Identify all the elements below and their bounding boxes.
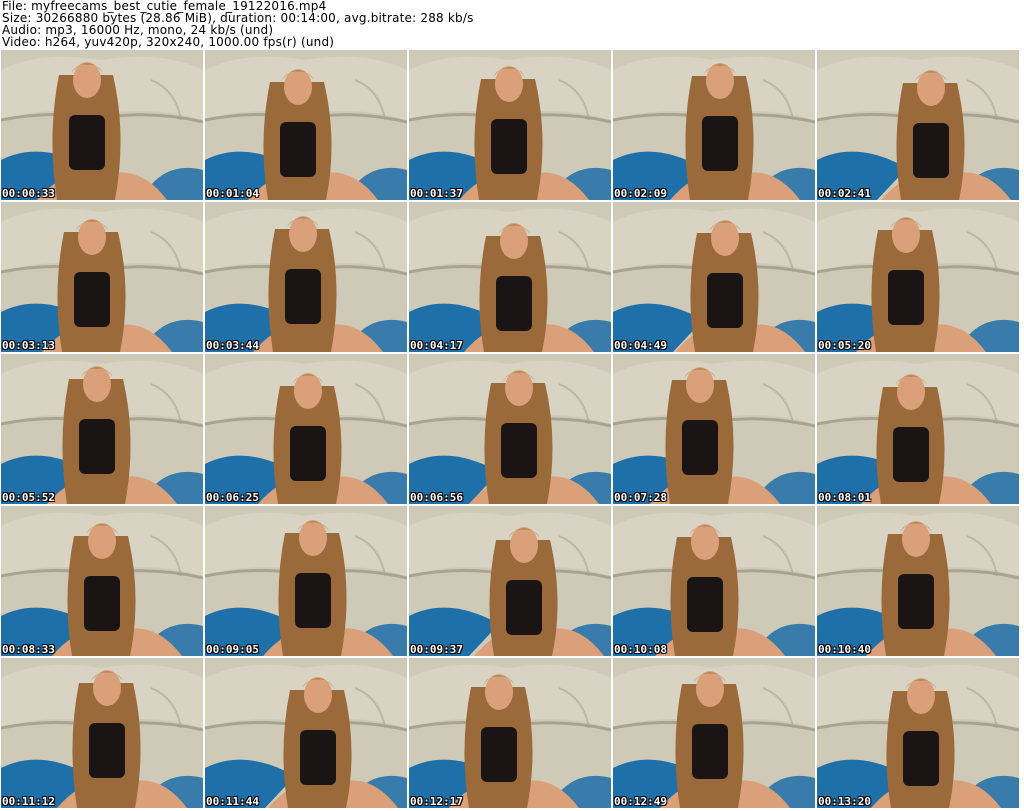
- thumbnail-timestamp: 00:11:44: [206, 795, 259, 808]
- video-thumbnail: 00:09:37: [409, 506, 611, 656]
- thumbnail-timestamp: 00:11:12: [2, 795, 55, 808]
- video-thumbnail: 00:11:44: [205, 658, 407, 808]
- thumbnail-timestamp: 00:10:08: [614, 643, 667, 656]
- thumbnail-timestamp: 00:08:01: [818, 491, 871, 504]
- webcam-frame-image: [409, 658, 611, 808]
- webcam-frame-image: [1, 50, 203, 200]
- thumbnail-timestamp: 00:01:04: [206, 187, 259, 200]
- webcam-frame-image: [1, 202, 203, 352]
- webcam-frame-image: [613, 202, 815, 352]
- webcam-frame-image: [409, 506, 611, 656]
- webcam-frame-image: [205, 202, 407, 352]
- video-thumbnail: 00:08:01: [817, 354, 1019, 504]
- video-thumbnail: 00:02:41: [817, 50, 1019, 200]
- video-thumbnail: 00:06:25: [205, 354, 407, 504]
- thumbnail-timestamp: 00:02:09: [614, 187, 667, 200]
- webcam-frame-image: [1, 354, 203, 504]
- video-thumbnail: 00:01:04: [205, 50, 407, 200]
- webcam-frame-image: [613, 50, 815, 200]
- video-thumbnail: 00:10:40: [817, 506, 1019, 656]
- thumbnail-timestamp: 00:05:20: [818, 339, 871, 352]
- thumbnail-timestamp: 00:05:52: [2, 491, 55, 504]
- webcam-frame-image: [409, 50, 611, 200]
- video-thumbnail: 00:05:20: [817, 202, 1019, 352]
- thumbnail-timestamp: 00:04:49: [614, 339, 667, 352]
- video-thumbnail: 00:12:49: [613, 658, 815, 808]
- thumbnail-timestamp: 00:06:25: [206, 491, 259, 504]
- thumbnail-timestamp: 00:07:28: [614, 491, 667, 504]
- webcam-frame-image: [1, 506, 203, 656]
- thumbnail-timestamp: 00:03:13: [2, 339, 55, 352]
- thumbnail-timestamp: 00:06:56: [410, 491, 463, 504]
- thumbnail-timestamp: 00:09:05: [206, 643, 259, 656]
- thumbnail-timestamp: 00:00:33: [2, 187, 55, 200]
- thumbnail-timestamp: 00:10:40: [818, 643, 871, 656]
- webcam-frame-image: [205, 506, 407, 656]
- thumbnail-timestamp: 00:12:49: [614, 795, 667, 808]
- webcam-frame-image: [817, 354, 1019, 504]
- webcam-frame-image: [817, 658, 1019, 808]
- webcam-frame-image: [817, 202, 1019, 352]
- video-thumbnail: 00:03:13: [1, 202, 203, 352]
- video-thumbnail: 00:04:17: [409, 202, 611, 352]
- video-thumbnail: 00:13:20: [817, 658, 1019, 808]
- webcam-frame-image: [817, 50, 1019, 200]
- video-thumbnail: 00:11:12: [1, 658, 203, 808]
- webcam-frame-image: [205, 354, 407, 504]
- thumbnail-timestamp: 00:13:20: [818, 795, 871, 808]
- webcam-frame-image: [409, 202, 611, 352]
- video-info-line: Video: h264, yuv420p, 320x240, 1000.00 f…: [2, 35, 335, 49]
- video-thumbnail: 00:02:09: [613, 50, 815, 200]
- video-thumbnail: 00:01:37: [409, 50, 611, 200]
- thumbnail-timestamp: 00:02:41: [818, 187, 871, 200]
- video-thumbnail: 00:05:52: [1, 354, 203, 504]
- webcam-frame-image: [205, 50, 407, 200]
- webcam-frame-image: [1, 658, 203, 808]
- thumbnail-timestamp: 00:12:17: [410, 795, 463, 808]
- webcam-frame-image: [817, 506, 1019, 656]
- webcam-frame-image: [613, 658, 815, 808]
- thumbnail-timestamp: 00:09:37: [410, 643, 463, 656]
- webcam-frame-image: [613, 506, 815, 656]
- thumbnail-timestamp: 00:01:37: [410, 187, 463, 200]
- file-info-header: File: myfreecams_best_cutie_female_19122…: [2, 0, 1022, 48]
- webcam-frame-image: [409, 354, 611, 504]
- video-thumbnail: 00:00:33: [1, 50, 203, 200]
- video-thumbnail: 00:10:08: [613, 506, 815, 656]
- video-thumbnail: 00:06:56: [409, 354, 611, 504]
- video-thumbnail: 00:08:33: [1, 506, 203, 656]
- video-thumbnail: 00:03:44: [205, 202, 407, 352]
- video-thumbnail: 00:07:28: [613, 354, 815, 504]
- webcam-frame-image: [613, 354, 815, 504]
- video-thumbnail: 00:04:49: [613, 202, 815, 352]
- video-thumbnail: 00:09:05: [205, 506, 407, 656]
- thumbnail-timestamp: 00:04:17: [410, 339, 463, 352]
- webcam-frame-image: [205, 658, 407, 808]
- thumbnail-timestamp: 00:08:33: [2, 643, 55, 656]
- video-thumbnail: 00:12:17: [409, 658, 611, 808]
- thumbnail-grid: 00:00:33 00:01:04 00:01:37 00:02:09 00:02:41…: [1, 50, 1023, 810]
- thumbnail-timestamp: 00:03:44: [206, 339, 259, 352]
